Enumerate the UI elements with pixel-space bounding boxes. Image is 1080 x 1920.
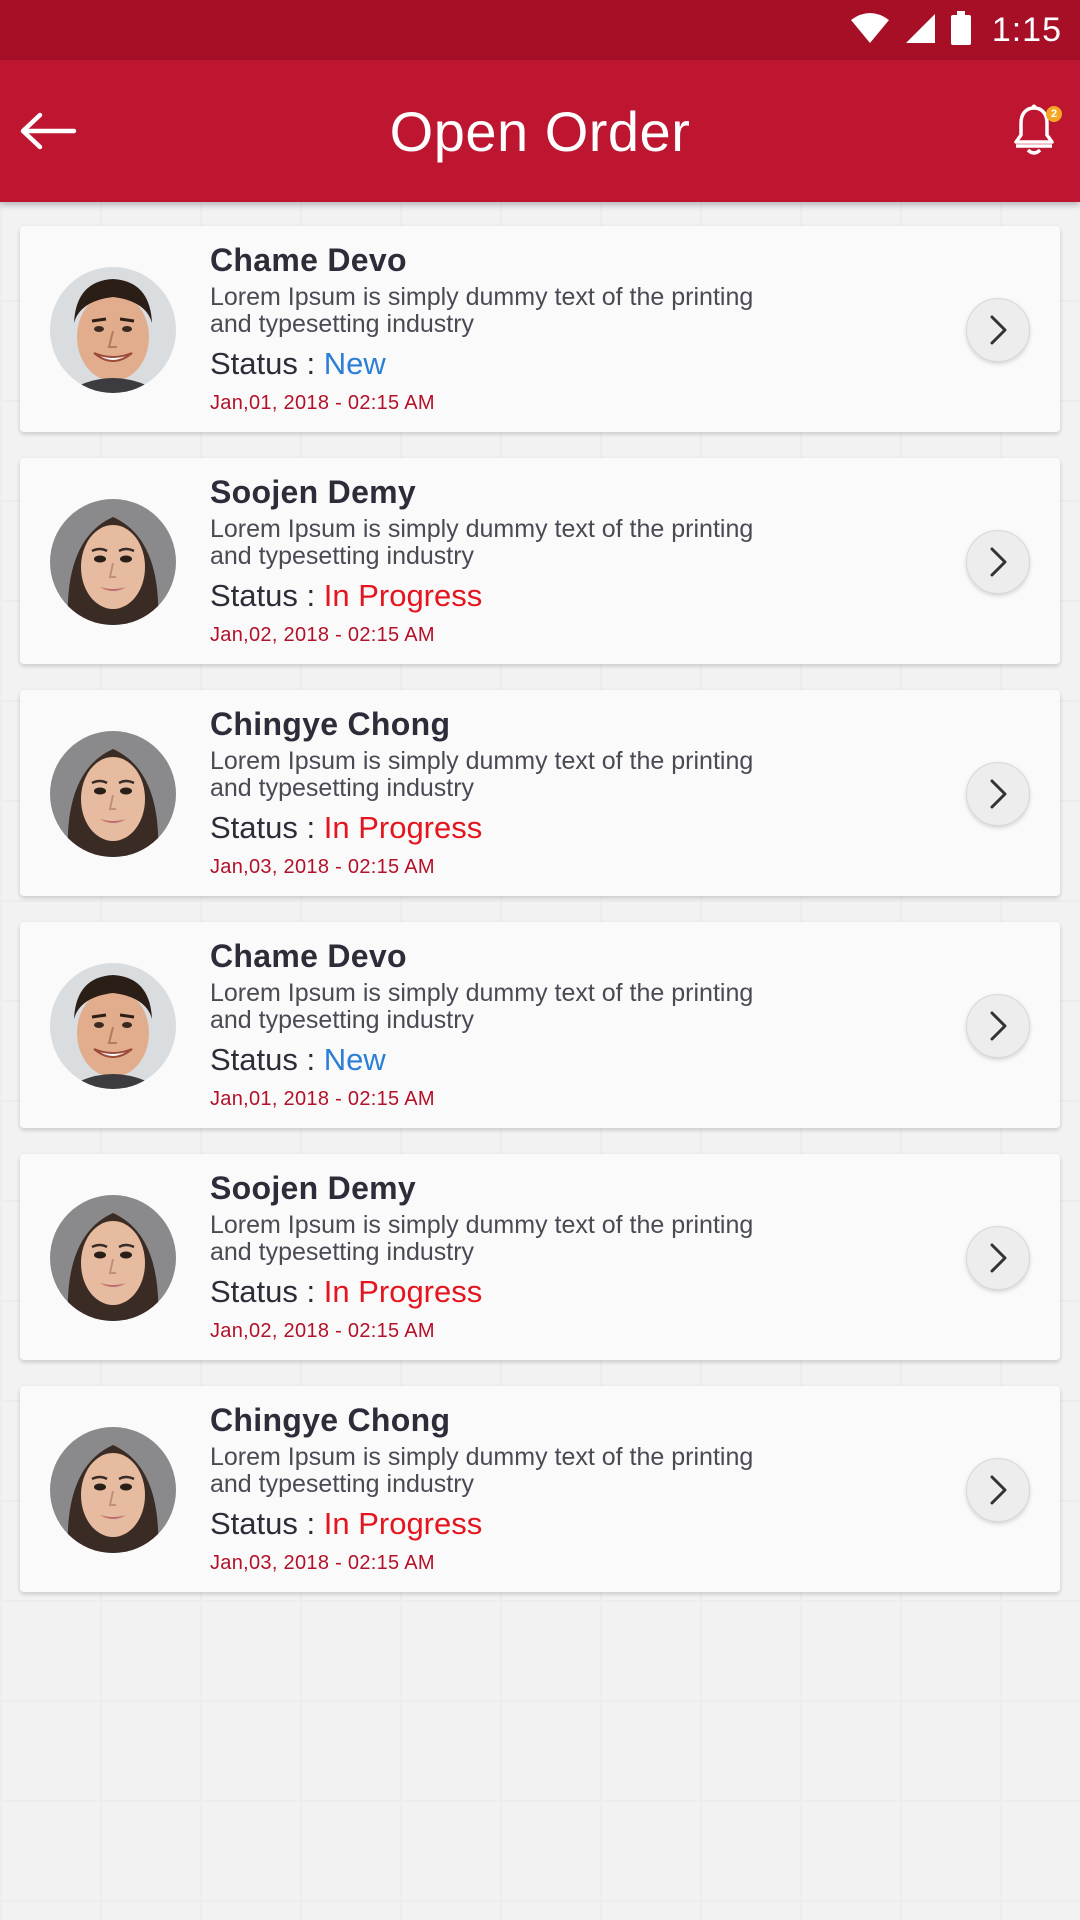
order-date: Jan,01, 2018 - 02:15 AM (210, 392, 435, 414)
order-details: Soojen Demy Lorem Ipsum is simply dummy … (210, 470, 870, 650)
status-label: Status : (210, 1506, 324, 1541)
order-description-line-2: and typesetting industry (210, 1006, 475, 1034)
order-date: Jan,02, 2018 - 02:15 AM (210, 624, 435, 646)
male-avatar (50, 963, 176, 1089)
order-card[interactable]: Chingye Chong Lorem Ipsum is simply dumm… (20, 690, 1060, 896)
order-description: Lorem Ipsum is simply dummy text of the … (210, 516, 870, 570)
chevron-right-icon (990, 547, 1007, 577)
order-card[interactable]: Soojen Demy Lorem Ipsum is simply dummy … (20, 1154, 1060, 1360)
customer-name: Soojen Demy (210, 474, 417, 510)
order-status: Status : In Progress (210, 806, 870, 850)
order-status: Status : In Progress (210, 1270, 870, 1314)
order-date: Jan,02, 2018 - 02:15 AM (210, 1320, 435, 1342)
customer-name: Chingye Chong (210, 1402, 451, 1438)
order-card[interactable]: Chingye Chong Lorem Ipsum is simply dumm… (20, 1386, 1060, 1592)
open-order-button[interactable] (966, 530, 1030, 594)
order-card[interactable]: Chame Devo Lorem Ipsum is simply dummy t… (20, 226, 1060, 432)
status-value: In Progress (323, 1506, 483, 1541)
status-value: In Progress (323, 578, 483, 613)
order-status: Status : New (210, 1038, 870, 1082)
customer-name: Soojen Demy (210, 1170, 417, 1206)
order-details: Chingye Chong Lorem Ipsum is simply dumm… (210, 702, 870, 882)
order-list: Chame Devo Lorem Ipsum is simply dummy t… (20, 226, 1060, 1618)
order-description: Lorem Ipsum is simply dummy text of the … (210, 1444, 870, 1498)
customer-name: Chingye Chong (210, 706, 451, 742)
order-description-line-1: Lorem Ipsum is simply dummy text of the … (210, 515, 754, 543)
order-description-line-2: and typesetting industry (210, 1238, 475, 1266)
order-card[interactable]: Soojen Demy Lorem Ipsum is simply dummy … (20, 458, 1060, 664)
order-details: Chame Devo Lorem Ipsum is simply dummy t… (210, 934, 870, 1114)
order-description-line-2: and typesetting industry (210, 542, 475, 570)
open-order-button[interactable] (966, 1226, 1030, 1290)
order-status: Status : In Progress (210, 574, 870, 618)
status-value: In Progress (323, 810, 483, 845)
order-details: Chingye Chong Lorem Ipsum is simply dumm… (210, 1398, 870, 1578)
order-date: Jan,03, 2018 - 02:15 AM (210, 856, 435, 878)
order-description-line-1: Lorem Ipsum is simply dummy text of the … (210, 283, 754, 311)
female-avatar (50, 731, 176, 857)
page-title: Open Order (389, 99, 691, 163)
order-description-line-1: Lorem Ipsum is simply dummy text of the … (210, 747, 754, 775)
status-value: New (323, 1042, 386, 1077)
status-label: Status : (210, 578, 324, 613)
order-description: Lorem Ipsum is simply dummy text of the … (210, 748, 870, 802)
status-label: Status : (210, 346, 324, 381)
order-date: Jan,03, 2018 - 02:15 AM (210, 1552, 435, 1574)
female-avatar (50, 1195, 176, 1321)
customer-name: Chame Devo (210, 938, 407, 974)
order-description-line-2: and typesetting industry (210, 310, 475, 338)
status-label: Status : (210, 810, 324, 845)
order-description-line-1: Lorem Ipsum is simply dummy text of the … (210, 979, 754, 1007)
back-button[interactable] (18, 104, 80, 158)
signal-icon (904, 12, 936, 49)
order-date: Jan,01, 2018 - 02:15 AM (210, 1088, 435, 1110)
order-description-line-2: and typesetting industry (210, 774, 475, 802)
order-description-line-1: Lorem Ipsum is simply dummy text of the … (210, 1443, 754, 1471)
status-value: In Progress (323, 1274, 483, 1309)
order-description-line-1: Lorem Ipsum is simply dummy text of the … (210, 1211, 754, 1239)
chevron-right-icon (990, 1475, 1007, 1505)
status-value: New (323, 346, 386, 381)
order-details: Chame Devo Lorem Ipsum is simply dummy t… (210, 238, 870, 418)
order-card[interactable]: Chame Devo Lorem Ipsum is simply dummy t… (20, 922, 1060, 1128)
chevron-right-icon (990, 1011, 1007, 1041)
female-avatar (50, 1427, 176, 1553)
customer-name: Chame Devo (210, 242, 407, 278)
chevron-right-icon (990, 779, 1007, 809)
order-description: Lorem Ipsum is simply dummy text of the … (210, 980, 870, 1034)
order-details: Soojen Demy Lorem Ipsum is simply dummy … (210, 1166, 870, 1346)
status-bar: 1:15 (0, 0, 1080, 60)
app-bar: Open Order 2 (0, 60, 1080, 202)
open-order-button[interactable] (966, 994, 1030, 1058)
back-arrow-icon (20, 112, 77, 150)
order-description: Lorem Ipsum is simply dummy text of the … (210, 1212, 870, 1266)
female-avatar (50, 499, 176, 625)
order-status: Status : New (210, 342, 870, 386)
open-order-button[interactable] (966, 762, 1030, 826)
notification-badge: 2 (1046, 106, 1062, 122)
status-label: Status : (210, 1042, 324, 1077)
male-avatar (50, 267, 176, 393)
open-order-button[interactable] (966, 1458, 1030, 1522)
status-label: Status : (210, 1274, 324, 1309)
wifi-icon (850, 12, 890, 49)
order-description-line-2: and typesetting industry (210, 1470, 475, 1498)
battery-icon (950, 10, 972, 50)
chevron-right-icon (990, 315, 1007, 345)
chevron-right-icon (990, 1243, 1007, 1273)
order-description: Lorem Ipsum is simply dummy text of the … (210, 284, 870, 338)
status-time: 1:15 (991, 10, 1062, 49)
notification-button[interactable]: 2 (1012, 100, 1062, 156)
order-status: Status : In Progress (210, 1502, 870, 1546)
open-order-button[interactable] (966, 298, 1030, 362)
